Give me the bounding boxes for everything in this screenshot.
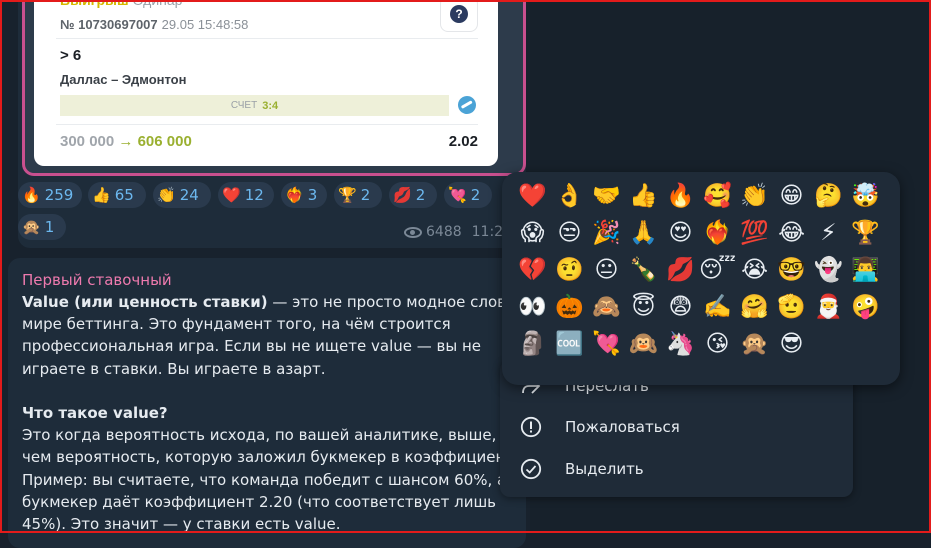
divider (56, 38, 478, 39)
check-circle-icon (520, 458, 542, 480)
emoji-option[interactable]: ⚡ (810, 215, 847, 252)
reaction-trophy[interactable]: 🏆 2 (334, 182, 382, 208)
bet-number: № 10730697007 29.05 15:48:58 (60, 17, 249, 32)
emoji-option[interactable]: 👏 (736, 178, 773, 215)
emoji-option[interactable]: ✍️ (699, 289, 736, 326)
view-count: 6488 11:2 (404, 224, 503, 240)
emoji-option[interactable]: 🗿 (514, 326, 551, 363)
help-button[interactable]: ? (440, 0, 478, 32)
emoji-option[interactable]: 😭 (736, 252, 773, 289)
emoji-option[interactable]: ❤️ (514, 178, 551, 215)
chip-icon (454, 92, 480, 118)
emoji-option[interactable]: 😒 (551, 215, 588, 252)
emoji-grid: ❤️ 👌 🤝 👍 🔥 🥰 👏 😁 🤔 🤯 😱 😒 🎉 🙏 😍 ❤️‍🔥 💯 😂 ⚡ 🏆 💔 🤨 😐 🍾 💋 😴 😭 🤓 👻 👨‍💻 👀 🎃 🙈 😇… (514, 178, 884, 363)
emoji-option[interactable]: 🆒 (551, 326, 588, 363)
message-time: 11:2 (471, 224, 504, 240)
emoji-option[interactable]: 🙈 (588, 289, 625, 326)
emoji-option[interactable]: 🤗 (736, 289, 773, 326)
emoji-option[interactable]: 🦄 (662, 326, 699, 363)
emoji-option[interactable]: 💋 (662, 252, 699, 289)
emoji-option[interactable]: 💯 (736, 215, 773, 252)
emoji-option[interactable]: 😍 (662, 215, 699, 252)
emoji-option[interactable]: 😎 (773, 326, 810, 363)
emoji-option[interactable]: ❤️‍🔥 (699, 215, 736, 252)
emoji-option[interactable]: 🤯 (847, 178, 884, 215)
reaction-kiss[interactable]: 💋 2 (389, 182, 437, 208)
reaction-heart[interactable]: ❤️ 12 (218, 182, 274, 208)
menu-item-select[interactable]: Выделить (500, 449, 853, 489)
reaction-picker: ❤️ 👌 🤝 👍 🔥 🥰 👏 😁 🤔 🤯 😱 😒 🎉 🙏 😍 ❤️‍🔥 💯 😂 ⚡ 🏆 💔 🤨 😐 🍾 💋 😴 😭 🤓 👻 👨‍💻 👀 🎃 🙈 😇… (502, 172, 900, 385)
author-name[interactable]: Первый ставочный (22, 271, 172, 289)
score-bar: СЧЕТ 3:4 (60, 95, 449, 116)
divider (56, 124, 478, 125)
reaction-clap[interactable]: 👏 24 (153, 182, 211, 208)
emoji-option[interactable]: 😐 (588, 252, 625, 289)
emoji-option[interactable]: 👻 (810, 252, 847, 289)
emoji-option[interactable]: 🤓 (773, 252, 810, 289)
reaction-heart-arrow[interactable]: 💘 2 (444, 182, 492, 208)
emoji-option[interactable]: 🤝 (588, 178, 625, 215)
emoji-option[interactable]: 🫡 (773, 289, 810, 326)
bet-amounts: 300 000 → 606 000 (60, 133, 192, 150)
message-text: Value (или ценность ставки) — это не про… (22, 293, 529, 534)
emoji-option[interactable]: 😴 (699, 252, 736, 289)
emoji-option[interactable]: 😨 (662, 289, 699, 326)
emoji-option[interactable]: 😇 (625, 289, 662, 326)
emoji-option[interactable]: 🎃 (551, 289, 588, 326)
menu-item-report[interactable]: Пожаловаться (500, 407, 853, 447)
reaction-monkey[interactable]: 🙊 1 (18, 214, 66, 240)
emoji-option[interactable]: 😂 (773, 215, 810, 252)
emoji-option[interactable]: 🎅 (810, 289, 847, 326)
emoji-option[interactable]: 👍 (625, 178, 662, 215)
emoji-option[interactable]: 🤨 (551, 252, 588, 289)
emoji-option[interactable]: 🤔 (810, 178, 847, 215)
emoji-option[interactable]: 😘 (699, 326, 736, 363)
reaction-heart-fire[interactable]: ❤️‍🔥 3 (281, 182, 327, 208)
emoji-option[interactable]: 🙊 (736, 326, 773, 363)
emoji-option[interactable]: 🔥 (662, 178, 699, 215)
emoji-option[interactable]: 🙏 (625, 215, 662, 252)
bet-card-image[interactable]: Выигрыш Одинар № 10730697007 29.05 15:48:… (34, 0, 498, 166)
emoji-option[interactable]: 👀 (514, 289, 551, 326)
emoji-option[interactable]: 🙉 (625, 326, 662, 363)
bet-odds: 2.02 (448, 133, 478, 150)
emoji-option[interactable]: 🥰 (699, 178, 736, 215)
reaction-fire[interactable]: 🔥 259 (18, 182, 82, 208)
bet-pick: > 6 (60, 47, 82, 64)
emoji-option[interactable]: 🏆 (847, 215, 884, 252)
emoji-option[interactable]: 🤪 (847, 289, 884, 326)
reaction-thumbs-up[interactable]: 👍 65 (88, 182, 146, 208)
emoji-option[interactable]: 💘 (588, 326, 625, 363)
emoji-option[interactable]: 😱 (514, 215, 551, 252)
emoji-option[interactable]: 💔 (514, 252, 551, 289)
emoji-option[interactable]: 🍾 (625, 252, 662, 289)
report-icon (520, 416, 542, 438)
bet-result: Выигрыш Одинар (60, 0, 183, 8)
emoji-option[interactable]: 👌 (551, 178, 588, 215)
message-bubble[interactable]: Первый ставочный Value (или ценность ста… (8, 258, 529, 548)
emoji-option[interactable]: 🎉 (588, 215, 625, 252)
emoji-option[interactable]: 👨‍💻 (847, 252, 884, 289)
emoji-option[interactable]: 😁 (773, 178, 810, 215)
bet-event: Даллас – Эдмонтон (60, 72, 187, 87)
eye-icon (404, 226, 422, 238)
help-icon: ? (450, 5, 468, 23)
